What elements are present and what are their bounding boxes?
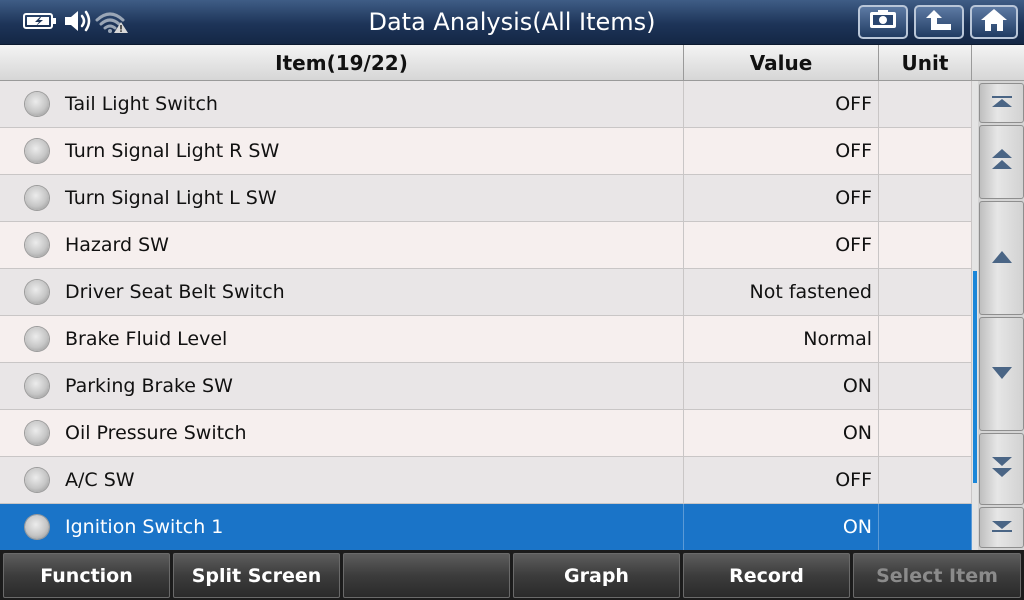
column-header-value[interactable]: Value	[684, 45, 879, 80]
scrollbar-track[interactable]	[972, 81, 978, 550]
column-header-spacer	[972, 45, 1024, 80]
row-item-name: Ignition Switch 1	[0, 504, 684, 550]
row-item-name: Turn Signal Light L SW	[0, 175, 684, 221]
page-down-button[interactable]	[979, 433, 1024, 505]
column-header-unit[interactable]: Unit	[879, 45, 972, 80]
row-unit	[879, 504, 972, 550]
column-header-item[interactable]: Item(19/22)	[0, 45, 684, 80]
screenshot-icon	[868, 9, 898, 35]
table-header: Item(19/22) Value Unit	[0, 45, 1024, 81]
title-bar: Data Analysis(All Items)	[0, 0, 1024, 45]
split-screen-button[interactable]: Split Screen	[173, 553, 340, 598]
row-item-name: Hazard SW	[0, 222, 684, 268]
line-up-icon	[991, 249, 1013, 268]
scrollbar-thumb[interactable]	[973, 271, 977, 483]
row-value: OFF	[684, 457, 879, 503]
table-row[interactable]: Parking Brake SW ON	[0, 363, 972, 410]
back-button[interactable]	[914, 5, 964, 39]
row-unit	[879, 175, 972, 221]
row-value: ON	[684, 410, 879, 456]
row-item-name: Turn Signal Light R SW	[0, 128, 684, 174]
data-list: Tail Light Switch OFF Turn Signal Light …	[0, 81, 972, 551]
bottom-toolbar: Function Split Screen Graph Record Selec…	[0, 550, 1024, 600]
row-value: OFF	[684, 222, 879, 268]
row-unit	[879, 222, 972, 268]
row-unit	[879, 410, 972, 456]
row-unit	[879, 269, 972, 315]
table-row[interactable]: Turn Signal Light L SW OFF	[0, 175, 972, 222]
row-item-name: A/C SW	[0, 457, 684, 503]
scroll-top-button[interactable]	[979, 83, 1024, 123]
row-item-name: Oil Pressure Switch	[0, 410, 684, 456]
row-value: ON	[684, 363, 879, 409]
row-item-name: Tail Light Switch	[0, 81, 684, 127]
graph-button[interactable]: Graph	[513, 553, 680, 598]
row-unit	[879, 457, 972, 503]
function-button[interactable]: Function	[3, 553, 170, 598]
row-unit	[879, 81, 972, 127]
table-row[interactable]: Tail Light Switch OFF	[0, 81, 972, 128]
line-up-button[interactable]	[979, 201, 1024, 315]
scroll-bottom-icon	[991, 518, 1013, 537]
line-down-button[interactable]	[979, 317, 1024, 431]
table-row-selected[interactable]: Ignition Switch 1 ON	[0, 504, 972, 551]
row-item-name: Brake Fluid Level	[0, 316, 684, 362]
home-button[interactable]	[970, 5, 1018, 39]
scroll-bottom-button[interactable]	[979, 507, 1024, 548]
scroll-top-icon	[991, 94, 1013, 113]
screenshot-button[interactable]	[858, 5, 908, 39]
page-up-icon	[991, 148, 1013, 176]
record-button[interactable]: Record	[683, 553, 850, 598]
row-value: OFF	[684, 81, 879, 127]
row-unit	[879, 363, 972, 409]
page-up-button[interactable]	[979, 125, 1024, 199]
empty-button[interactable]	[343, 553, 510, 598]
row-value: Normal	[684, 316, 879, 362]
row-item-name: Driver Seat Belt Switch	[0, 269, 684, 315]
row-unit	[879, 316, 972, 362]
row-item-name: Parking Brake SW	[0, 363, 684, 409]
row-value: OFF	[684, 175, 879, 221]
row-unit	[879, 128, 972, 174]
back-arrow-icon	[924, 8, 954, 36]
table-row[interactable]: Oil Pressure Switch ON	[0, 410, 972, 457]
row-value: OFF	[684, 128, 879, 174]
row-value: Not fastened	[684, 269, 879, 315]
line-down-icon	[991, 365, 1013, 384]
select-item-button[interactable]: Select Item	[853, 553, 1021, 598]
row-value: ON	[684, 504, 879, 550]
home-icon	[980, 8, 1008, 36]
table-row[interactable]: Hazard SW OFF	[0, 222, 972, 269]
table-row[interactable]: A/C SW OFF	[0, 457, 972, 504]
scroll-panel	[972, 81, 1024, 550]
table-row[interactable]: Driver Seat Belt Switch Not fastened	[0, 269, 972, 316]
page-down-icon	[991, 455, 1013, 483]
table-row[interactable]: Brake Fluid Level Normal	[0, 316, 972, 363]
table-row[interactable]: Turn Signal Light R SW OFF	[0, 128, 972, 175]
